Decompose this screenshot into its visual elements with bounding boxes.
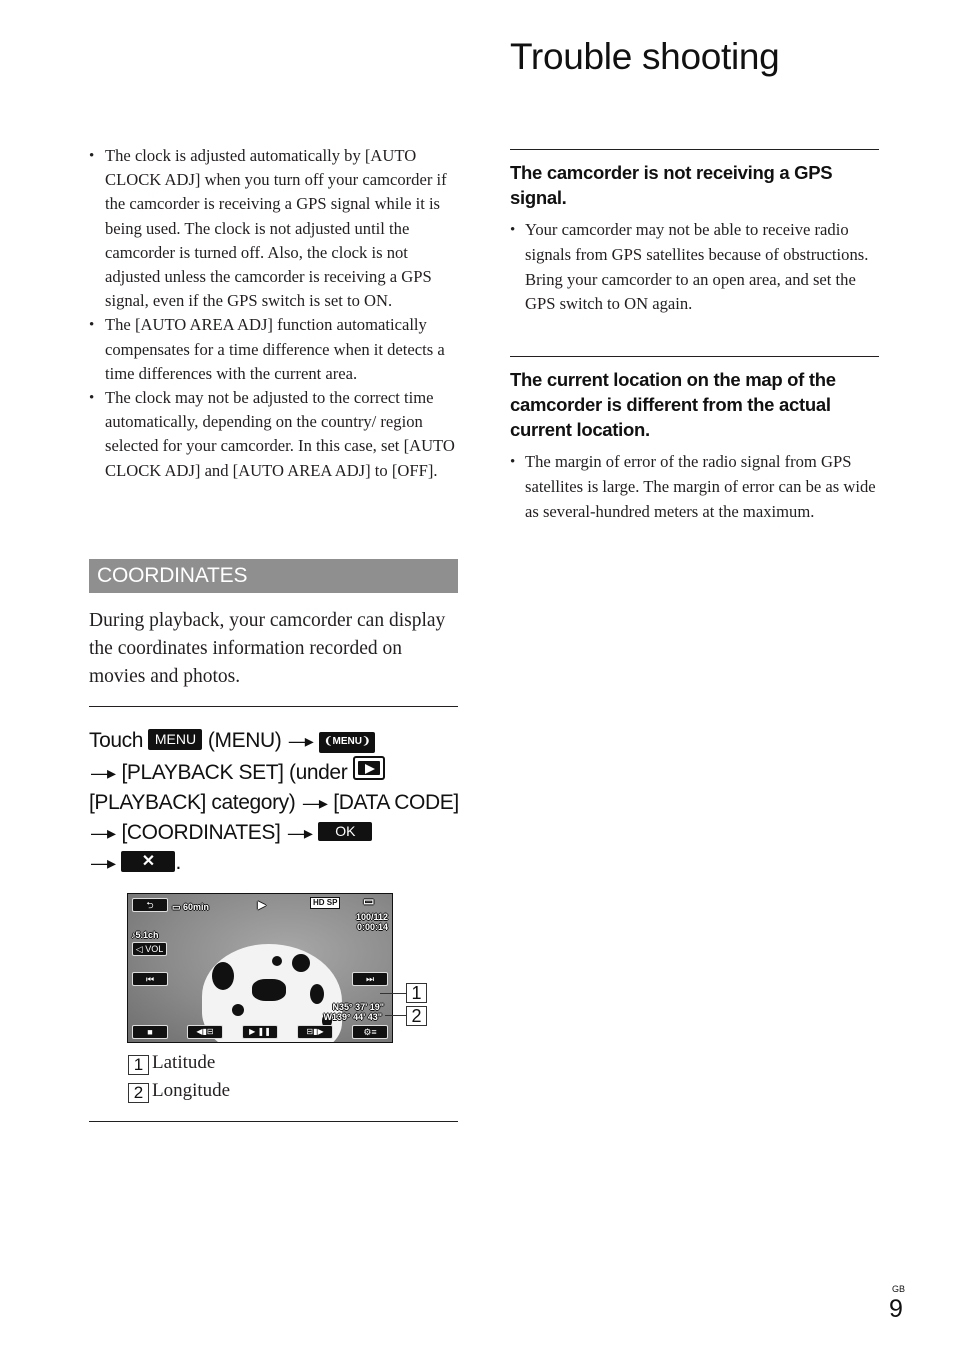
rewind-button: ◀▮⊟ — [187, 1025, 223, 1039]
callout-line — [380, 993, 406, 994]
page-title: Trouble shooting — [510, 36, 780, 77]
arrow-right-icon: —▸ — [287, 823, 313, 843]
volume-button: ◁ VOL — [132, 942, 167, 956]
arrow-right-icon: —▸ — [91, 823, 116, 843]
bullet-item: The [AUTO AREA ADJ] function automatical… — [89, 313, 459, 386]
section-heading-coordinates: COORDINATES — [89, 559, 458, 593]
step-text: [PLAYBACK SET] (under — [121, 761, 348, 784]
callout-line — [385, 1015, 406, 1016]
next-button: ⏭ — [352, 972, 388, 986]
previous-button: ⏮ — [132, 972, 168, 986]
battery-indicator: ▭ 60min — [172, 902, 210, 912]
step-text: . — [175, 851, 181, 874]
stop-button: ■ — [132, 1025, 168, 1039]
divider — [89, 1121, 458, 1122]
back-button: ⮌ — [132, 898, 168, 912]
play-pause-button: ▶ ❚❚ — [242, 1025, 278, 1039]
forward-button: ⊟▮▶ — [297, 1025, 333, 1039]
issue-bullets-gps-signal: Your camcorder may not be able to receiv… — [510, 218, 882, 317]
menu-steps: Touch MENU (MENU) —▸ ❨MENU❩ —▸ [PLAYBACK… — [89, 726, 464, 878]
close-button-icon: ✕ — [121, 851, 176, 872]
options-button: ⚙≡ — [352, 1025, 388, 1039]
clock-notes: The clock is adjusted automatically by [… — [89, 144, 459, 483]
legend-longitude: 2 Longitude — [128, 1080, 230, 1103]
menu-return-icon: ❨MENU❩ — [319, 732, 376, 753]
time-counter: 0:00:14 — [356, 922, 388, 932]
step-text: [DATA CODE] — [333, 791, 459, 814]
callout-1: 1 — [406, 983, 427, 1003]
arrow-right-icon: —▸ — [302, 793, 328, 813]
clock-bullet-list: The clock is adjusted automatically by [… — [89, 144, 459, 483]
bullet-item: Your camcorder may not be able to receiv… — [510, 218, 882, 317]
legend-label: Latitude — [152, 1052, 216, 1073]
divider — [510, 356, 879, 357]
playback-category-icon — [352, 756, 385, 780]
coordinates-intro: During playback, your camcorder can disp… — [89, 610, 446, 687]
arrow-right-icon: —▸ — [91, 763, 116, 783]
file-counter: 100/112 — [355, 912, 388, 922]
bullet-item: The margin of error of the radio signal … — [510, 450, 882, 524]
playback-status-icon: ▶ — [258, 900, 266, 911]
step-text: Touch — [89, 729, 144, 752]
bullet-item: The clock may not be adjusted to the cor… — [89, 386, 459, 483]
issue-heading-location-mismatch: The current location on the map of the c… — [510, 369, 836, 440]
step-text: [COORDINATES] — [121, 821, 281, 844]
page-number: 9 — [889, 1295, 903, 1323]
menu-button-icon: MENU — [148, 729, 203, 750]
step-text: [PLAYBACK] category) — [89, 791, 296, 814]
region-code: GB — [892, 1284, 906, 1294]
legend-number: 2 — [128, 1083, 149, 1103]
latitude-readout: N35° 37' 19" — [332, 1002, 384, 1012]
longitude-readout: W139° 44' 43" — [323, 1012, 382, 1022]
ok-button-icon: OK — [318, 822, 373, 841]
issue-bullets-location-mismatch: The margin of error of the radio signal … — [510, 450, 882, 524]
camcorder-screen-illustration: ⮌ ▭ 60min ▶ HD SP ▭ 100/112 0:00:14 ♪5.1… — [127, 893, 393, 1043]
divider — [89, 706, 458, 707]
legend-latitude: 1 Latitude — [128, 1052, 215, 1075]
issue-heading-gps-signal: The camcorder is not receiving a GPS sig… — [510, 162, 833, 208]
callout-2: 2 — [406, 1006, 427, 1026]
quality-indicator: HD SP — [310, 897, 341, 909]
arrow-right-icon: —▸ — [288, 731, 314, 751]
audio-indicator: ♪5.1ch — [131, 930, 159, 940]
step-text: (MENU) — [207, 729, 282, 752]
arrow-right-icon: —▸ — [91, 853, 116, 873]
divider — [510, 149, 879, 150]
legend-number: 1 — [128, 1055, 149, 1075]
media-icon: ▭ — [363, 894, 375, 908]
bullet-item: The clock is adjusted automatically by [… — [89, 144, 459, 313]
legend-label: Longitude — [152, 1080, 231, 1101]
